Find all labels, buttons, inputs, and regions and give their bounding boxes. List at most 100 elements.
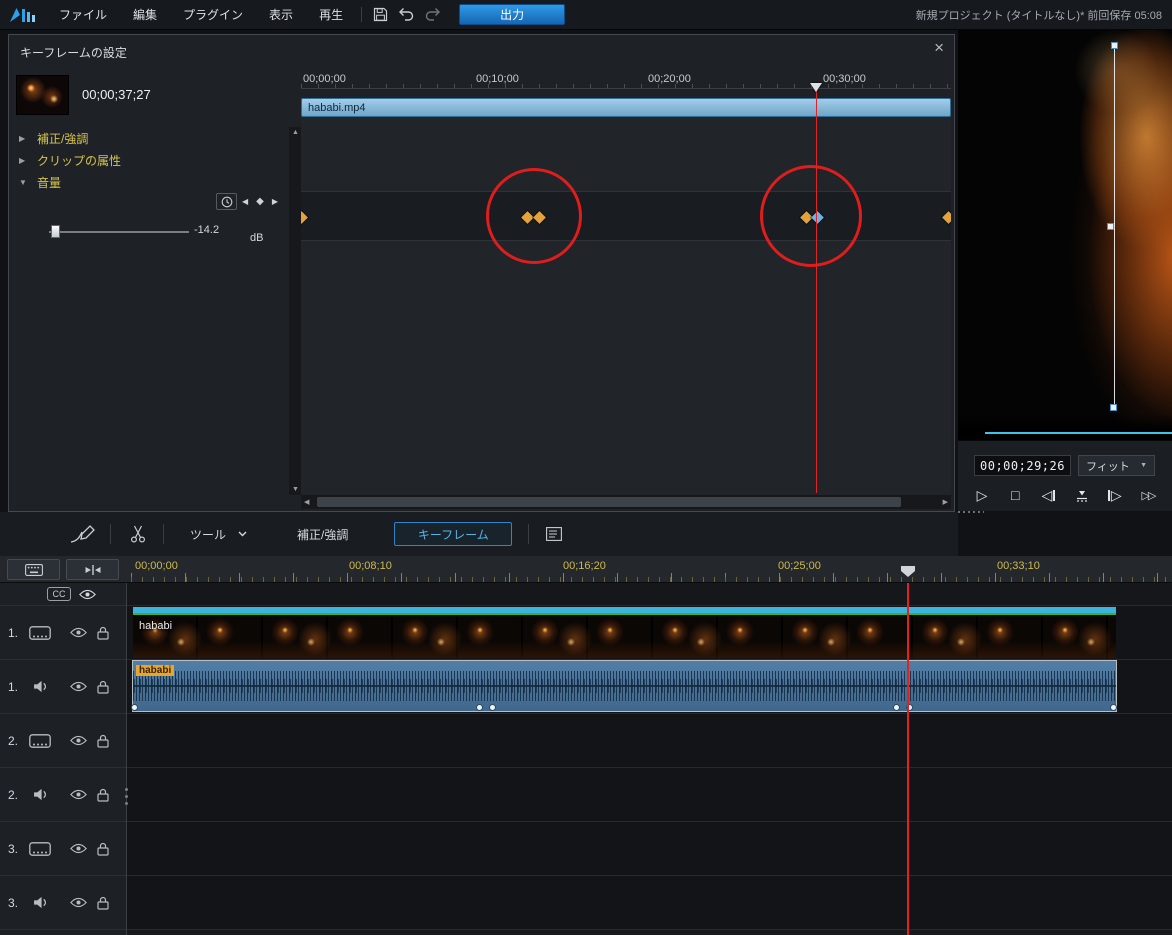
previous-frame-button[interactable]: ◁ <box>1038 485 1058 505</box>
keyframe-diamond-current[interactable] <box>811 211 824 224</box>
scroll-left-icon[interactable]: ◀ <box>304 498 309 506</box>
scroll-down-icon[interactable]: ▼ <box>292 486 299 493</box>
menubar-separator <box>361 7 363 22</box>
redo-icon[interactable] <box>419 4 445 26</box>
output-button[interactable]: 出力 <box>459 4 566 25</box>
collapsed-arrow-icon[interactable]: ▶ <box>19 156 37 165</box>
clip-bar[interactable]: hababi.mp4 <box>301 98 951 117</box>
keyframe-timer-button[interactable] <box>216 193 237 210</box>
volume-slider-track[interactable] <box>49 231 189 233</box>
panel-splitter-handle[interactable] <box>958 509 984 514</box>
add-keyframe-icon[interactable]: ◆ <box>256 196 264 207</box>
selection-handle[interactable] <box>1107 223 1114 230</box>
keyframe-diamond[interactable] <box>942 211 951 224</box>
fast-forward-button[interactable]: ▷▷ <box>1138 485 1158 505</box>
keyframe-h-scrollbar[interactable]: ◀ ▶ <box>301 495 951 509</box>
lock-icon[interactable] <box>97 842 109 856</box>
zoom-mode-label: フィット <box>1086 460 1130 473</box>
lock-icon[interactable] <box>97 788 109 802</box>
tree-item-label: 補正/強調 <box>37 131 89 146</box>
keyframe-diamond[interactable] <box>533 211 546 224</box>
selection-edge[interactable] <box>1114 45 1115 408</box>
keyframe-button-active[interactable]: キーフレーム <box>394 522 513 546</box>
save-icon[interactable] <box>367 4 393 26</box>
tools-dropdown[interactable]: ツール <box>190 526 247 543</box>
keyframe-ruler[interactable]: 00;00;00 00;10;00 00;20;00 00;30;00 <box>301 73 951 89</box>
scroll-up-icon[interactable]: ▲ <box>292 129 299 136</box>
toolbar-separator <box>110 524 111 544</box>
close-icon[interactable]: × <box>934 38 944 58</box>
timeline: 00;00;00 00;08;10 00;16;20 00;25;00 00;3… <box>0 556 1172 935</box>
app-window: ファイル 編集 プラグイン 表示 再生 出力 新規プロジェクト (タイトルなし)… <box>0 0 1172 935</box>
clip-thumbnail <box>16 75 69 115</box>
tree-item-fix-enhance[interactable]: ▶ 補正/強調 <box>9 127 287 149</box>
lock-icon[interactable] <box>97 680 109 694</box>
selection-handle[interactable] <box>1111 42 1118 49</box>
audio-keyframe-dot[interactable] <box>131 704 138 711</box>
audio-keyframe-dot[interactable] <box>489 704 496 711</box>
playhead-marker[interactable] <box>810 83 822 92</box>
eye-icon[interactable] <box>70 897 87 908</box>
ruler-ticks[interactable]: 00;00;00 00;08;10 00;16;20 00;25;00 00;3… <box>131 556 1172 582</box>
tree-item-volume[interactable]: ▼ 音量 <box>9 171 287 193</box>
timeline-ruler[interactable]: 00;00;00 00;08;10 00;16;20 00;25;00 00;3… <box>0 556 1172 583</box>
header-splitter-handle[interactable] <box>122 788 130 805</box>
undo-icon[interactable] <box>393 4 419 26</box>
keyframe-diamond[interactable] <box>521 211 534 224</box>
eye-icon[interactable] <box>70 789 87 800</box>
audio-keyframe-dot[interactable] <box>476 704 483 711</box>
collapsed-arrow-icon[interactable]: ▶ <box>19 134 37 143</box>
audio-keyframe-dot[interactable] <box>1110 704 1117 711</box>
next-frame-button[interactable]: ▷ <box>1105 485 1125 505</box>
lock-icon[interactable] <box>97 896 109 910</box>
next-frame-icon: ▷ <box>1110 486 1122 503</box>
eye-icon[interactable] <box>70 843 87 854</box>
scroll-right-icon[interactable]: ▶ <box>943 498 948 506</box>
previous-keyframe-icon[interactable]: ◀ <box>242 197 248 206</box>
volume-keyframe-lane[interactable] <box>301 191 951 241</box>
tree-item-clip-attributes[interactable]: ▶ クリップの属性 <box>9 149 287 171</box>
panel-list-icon[interactable] <box>541 527 567 541</box>
lock-icon[interactable] <box>97 734 109 748</box>
fit-timeline-button[interactable] <box>66 559 119 580</box>
menu-playback[interactable]: 再生 <box>306 0 356 30</box>
track-header-video-2: 2. <box>0 714 126 768</box>
menu-file[interactable]: ファイル <box>46 0 120 30</box>
next-keyframe-icon[interactable]: ▶ <box>272 197 278 206</box>
preview-timecode[interactable]: 00;00;29;26 <box>974 455 1071 476</box>
video-clip[interactable]: hababi <box>133 607 1116 658</box>
track-lane-audio-3[interactable] <box>127 876 1172 930</box>
menu-view[interactable]: 表示 <box>256 0 306 30</box>
cc-toggle[interactable]: CC <box>47 587 71 601</box>
eye-icon[interactable] <box>70 735 87 746</box>
audio-keyframe-dot[interactable] <box>893 704 900 711</box>
playhead-line <box>816 89 817 493</box>
keyframe-diamond[interactable] <box>301 211 308 224</box>
audio-clip[interactable]: hababi <box>131 661 1117 711</box>
eye-icon[interactable] <box>70 681 87 692</box>
eye-icon[interactable] <box>70 627 87 638</box>
design-tool-icon[interactable] <box>66 524 100 544</box>
speaker-icon <box>28 788 52 801</box>
volume-slider-handle[interactable] <box>51 225 60 238</box>
transport-controls: ▷ □ ◁ ▷ ▷▷ <box>972 485 1158 505</box>
preview-progress-bar[interactable] <box>985 432 1172 434</box>
track-lane-video-3[interactable] <box>127 822 1172 876</box>
zoom-mode-dropdown[interactable]: フィット ▼ <box>1078 455 1155 476</box>
track-lane-video-2[interactable] <box>127 714 1172 768</box>
selection-handle[interactable] <box>1110 404 1117 411</box>
stop-button[interactable]: □ <box>1005 485 1025 505</box>
eye-icon[interactable] <box>79 589 96 600</box>
track-lane-audio-2[interactable] <box>127 768 1172 822</box>
snapshot-button[interactable] <box>1072 485 1092 505</box>
track-header-video-1: 1. <box>0 606 126 660</box>
play-button[interactable]: ▷ <box>972 485 992 505</box>
split-scissors-icon[interactable] <box>123 525 153 543</box>
expanded-arrow-icon[interactable]: ▼ <box>19 178 37 187</box>
scrollbar-thumb[interactable] <box>317 497 901 507</box>
menu-edit[interactable]: 編集 <box>120 0 170 30</box>
fix-enhance-button[interactable]: 補正/強調 <box>297 526 348 543</box>
menu-plugins[interactable]: プラグイン <box>170 0 256 30</box>
keyboard-shortcut-button[interactable] <box>7 559 60 580</box>
lock-icon[interactable] <box>97 626 109 640</box>
